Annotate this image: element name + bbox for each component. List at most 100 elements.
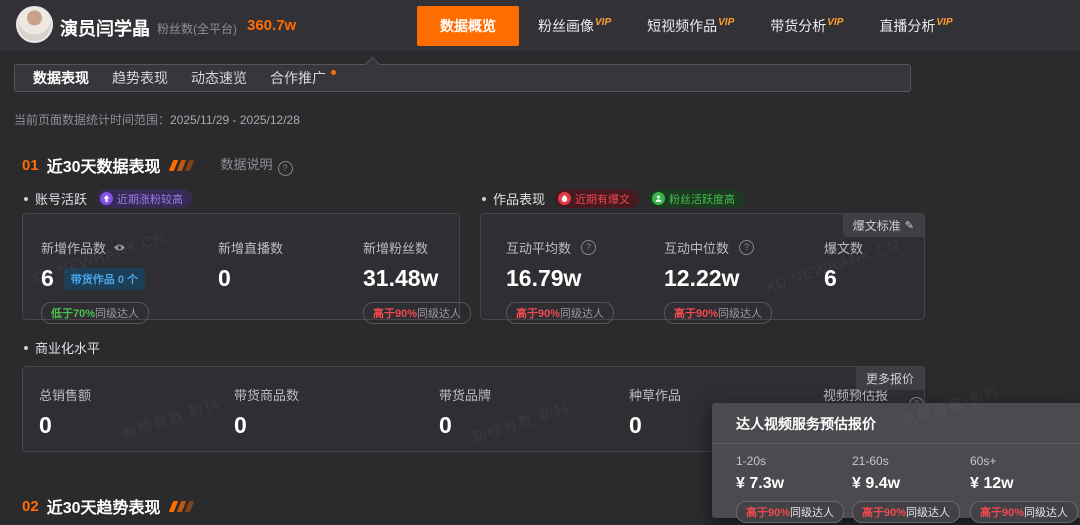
hot-standard-button[interactable]: 爆文标准 ✎ [843,214,924,237]
section-number: 02 [22,498,39,515]
stat-total-sales: 总销售额 0 [39,385,234,439]
stat-value: 0 [39,412,52,439]
more-quotes-button[interactable]: 更多报价 [856,367,924,390]
quote-1-20s: 1-20s ¥ 7.3w 高于90%同级达人 [736,454,852,523]
pill-suffix: 同级达人 [906,504,950,520]
vip-badge: VIP [936,17,952,28]
top-nav: 粉丝画像 VIP 短视频作品 VIP 带货分析 VIP 直播分析 VIP [538,0,953,51]
commerce-title: 商业化水平 [35,338,100,357]
quote-label: 60s+ [970,454,1080,468]
fan-growth-badge-label: 近期涨粉较高 [117,191,183,207]
stat-hot-works-count: 爆文数 6 [824,238,924,324]
nav-ecommerce-analysis[interactable]: 带货分析 VIP [770,16,843,36]
page: 演员闫学晶 粉丝数(全平台) 360.7w 数据概览 粉丝画像 VIP 短视频作… [0,0,1080,525]
ticks-icon [171,160,195,171]
bullet-icon [24,346,28,350]
peer-compare-pill: 低于70%同级达人 [41,302,149,324]
stat-value: 0 [629,412,642,439]
peer-compare-pill: 高于90%同级达人 [664,302,772,324]
stat-label: 互动中位数 [664,238,729,257]
pill-suffix: 同级达人 [95,305,139,321]
quote-value: ¥ 7.3w [736,475,852,493]
pill-suffix: 同级达人 [1024,504,1068,520]
creator-name: 演员闫学晶 [60,15,150,41]
stat-ecom-brands: 带货品牌 0 [439,385,629,439]
stat-value: 6 [41,265,54,292]
fan-activity-badge: 粉丝活跃度高 [649,189,744,208]
stat-label: 带货品牌 [439,385,491,404]
section-tabbar: 数据表现 趋势表现 动态速览 合作推广 [14,64,911,92]
peer-compare-pill: 高于90%同级达人 [363,302,471,324]
date-range-value: 2025/11/29 - 2025/12/28 [170,113,300,127]
bullet-icon [482,197,486,201]
nav-short-video[interactable]: 短视频作品 VIP [647,16,734,36]
peer-compare-pill: 高于90%同级达人 [506,302,614,324]
stat-label: 带货商品数 [234,385,299,404]
commerce-header: 商业化水平 [24,338,100,357]
stat-value: 16.79w [506,265,581,292]
nav-label: 粉丝画像 [538,16,594,36]
nav-label: 直播分析 [879,16,935,36]
quote-60s-plus: 60s+ ¥ 12w 高于90%同级达人 [970,454,1080,523]
tab-data-performance[interactable]: 数据表现 [33,68,89,88]
help-icon[interactable]: ? [278,161,293,176]
account-activity-card: 新增作品数 6 带货作品 0 个 低于70%同级达人 新增直播数 0 新增粉丝数… [22,213,460,320]
pill-prefix: 高于90% [674,305,718,321]
help-icon[interactable]: ? [581,240,596,255]
section-1-header: 01 近30天数据表现 数据说明? [22,153,293,177]
tab-activity-overview[interactable]: 动态速览 [191,68,247,88]
stat-value: 0 [218,265,231,292]
nav-live-analysis[interactable]: 直播分析 VIP [879,16,952,36]
stat-label: 新增直播数 [218,238,283,257]
hot-works-badge-label: 近期有爆文 [575,191,630,207]
stat-value: 12.22w [664,265,739,292]
pill-suffix: 同级达人 [560,305,604,321]
video-quote-popup: 达人视频服务预估报价 1-20s ¥ 7.3w 高于90%同级达人 21-60s… [712,403,1080,518]
pill-prefix: 高于90% [373,305,417,321]
nav-label: 短视频作品 [647,16,717,36]
ecom-works-tag[interactable]: 带货作品 0 个 [64,268,145,290]
stat-label: 互动平均数 [506,238,571,257]
eye-icon[interactable] [113,240,126,255]
more-quotes-label: 更多报价 [866,370,914,387]
pill-prefix: 高于90% [516,305,560,321]
stat-label: 新增粉丝数 [363,238,428,257]
stat-new-works: 新增作品数 6 带货作品 0 个 低于70%同级达人 [41,238,218,324]
nav-label: 带货分析 [770,16,826,36]
section-title: 近30天数据表现 [47,153,161,177]
data-notes-label: 数据说明 [221,157,273,172]
quote-label: 1-20s [736,454,852,468]
stat-new-fans: 新增粉丝数 31.48w 高于90%同级达人 [363,238,471,324]
pill-prefix: 高于90% [746,504,790,520]
stat-value: 6 [824,265,837,292]
fans-count: 360.7w [247,17,296,34]
avatar[interactable] [16,6,53,43]
section-2-header: 02 近30天趋势表现 [22,494,195,518]
ticks-icon [171,501,195,512]
section-title: 近30天趋势表现 [47,494,161,518]
peer-compare-pill: 高于90%同级达人 [736,501,844,523]
tab-trend-performance[interactable]: 趋势表现 [112,68,168,88]
stat-label: 爆文数 [824,238,863,257]
pill-suffix: 同级达人 [790,504,834,520]
stat-avg-interaction: 互动平均数? 16.79w 高于90%同级达人 [506,238,664,324]
new-feature-dot [331,70,336,75]
peer-compare-pill: 高于90%同级达人 [970,501,1078,523]
pill-suffix: 同级达人 [718,305,762,321]
stat-value: 0 [234,412,247,439]
account-activity-header: 账号活跃 近期涨粉较高 [24,189,192,208]
data-notes-link[interactable]: 数据说明? [221,154,293,176]
fan-activity-badge-label: 粉丝活跃度高 [669,191,735,207]
fans-label: 粉丝数(全平台) [157,20,237,37]
tab-cooperation[interactable]: 合作推广 [270,68,326,88]
works-performance-title: 作品表现 [493,189,545,208]
section-number: 01 [22,157,39,174]
person-icon [652,192,665,205]
stat-value: 0 [439,412,452,439]
nav-data-overview-button[interactable]: 数据概览 [417,6,519,46]
stat-label: 新增作品数 [41,238,106,257]
bullet-icon [24,197,28,201]
nav-fan-portrait[interactable]: 粉丝画像 VIP [538,16,611,36]
help-icon[interactable]: ? [739,240,754,255]
top-header: 演员闫学晶 粉丝数(全平台) 360.7w 数据概览 粉丝画像 VIP 短视频作… [0,0,1080,51]
